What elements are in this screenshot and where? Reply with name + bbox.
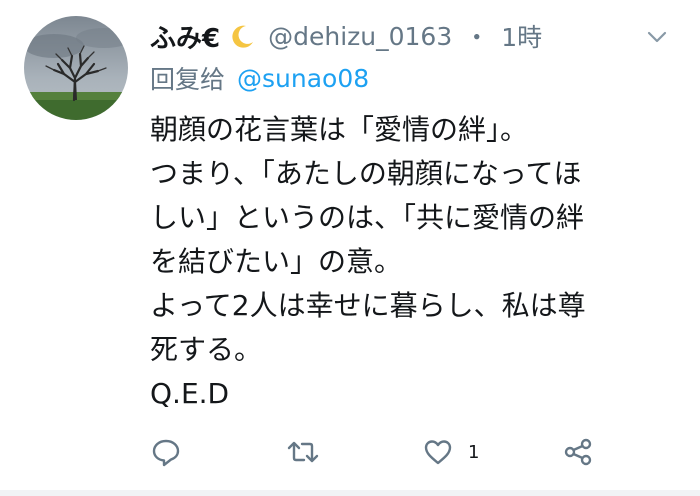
avatar[interactable] (24, 16, 128, 120)
tweet-text-line: しい」というのは、「共に愛情の絆 (150, 201, 585, 234)
crescent-moon-icon (230, 23, 256, 49)
divider (0, 490, 700, 496)
tweet-text-line: 朝顔の花言葉は「愛情の絆」。 (150, 113, 529, 146)
timestamp[interactable]: 1時 (501, 18, 542, 54)
tweet-text-line: つまり、「あたしの朝顔になってほ (150, 157, 582, 190)
tree-avatar-image (24, 16, 128, 120)
like-button[interactable]: 1 (422, 432, 479, 472)
tweet-actions: 1 (150, 432, 620, 472)
heart-icon (422, 436, 454, 468)
reply-target-link[interactable]: @sunao08 (237, 64, 369, 93)
display-name[interactable]: ふみ€ (150, 18, 220, 55)
reply-label: 回复给 (150, 65, 226, 94)
retweet-icon (286, 436, 320, 468)
like-count: 1 (468, 441, 480, 463)
reply-icon (150, 436, 182, 468)
tweet-text-line: 死する。 (150, 333, 263, 366)
tweet-text-line: よって2人は幸せに暮らし、私は尊 (150, 289, 586, 322)
share-icon (562, 436, 594, 468)
user-handle[interactable]: @dehizu_0163 (268, 22, 452, 51)
reply-button[interactable] (150, 432, 182, 472)
tweet-text-line: Q.E.D (150, 377, 230, 410)
tweet-header: ふみ€ @dehizu_0163 ・ 1時 (150, 16, 680, 56)
separator-dot: ・ (464, 23, 490, 52)
reply-context: 回复给 @sunao08 (150, 60, 369, 96)
tweet-card[interactable]: ふみ€ @dehizu_0163 ・ 1時 回复给 @sunao08 朝顔の花言… (0, 0, 700, 496)
share-button[interactable] (562, 432, 594, 472)
tweet-text-line: を結びたい」の意。 (150, 245, 403, 278)
tweet-text: 朝顔の花言葉は「愛情の絆」。 つまり、「あたしの朝顔になってほ しい」というのは… (150, 108, 680, 416)
chevron-down-icon[interactable] (644, 24, 670, 50)
retweet-button[interactable] (286, 432, 320, 472)
